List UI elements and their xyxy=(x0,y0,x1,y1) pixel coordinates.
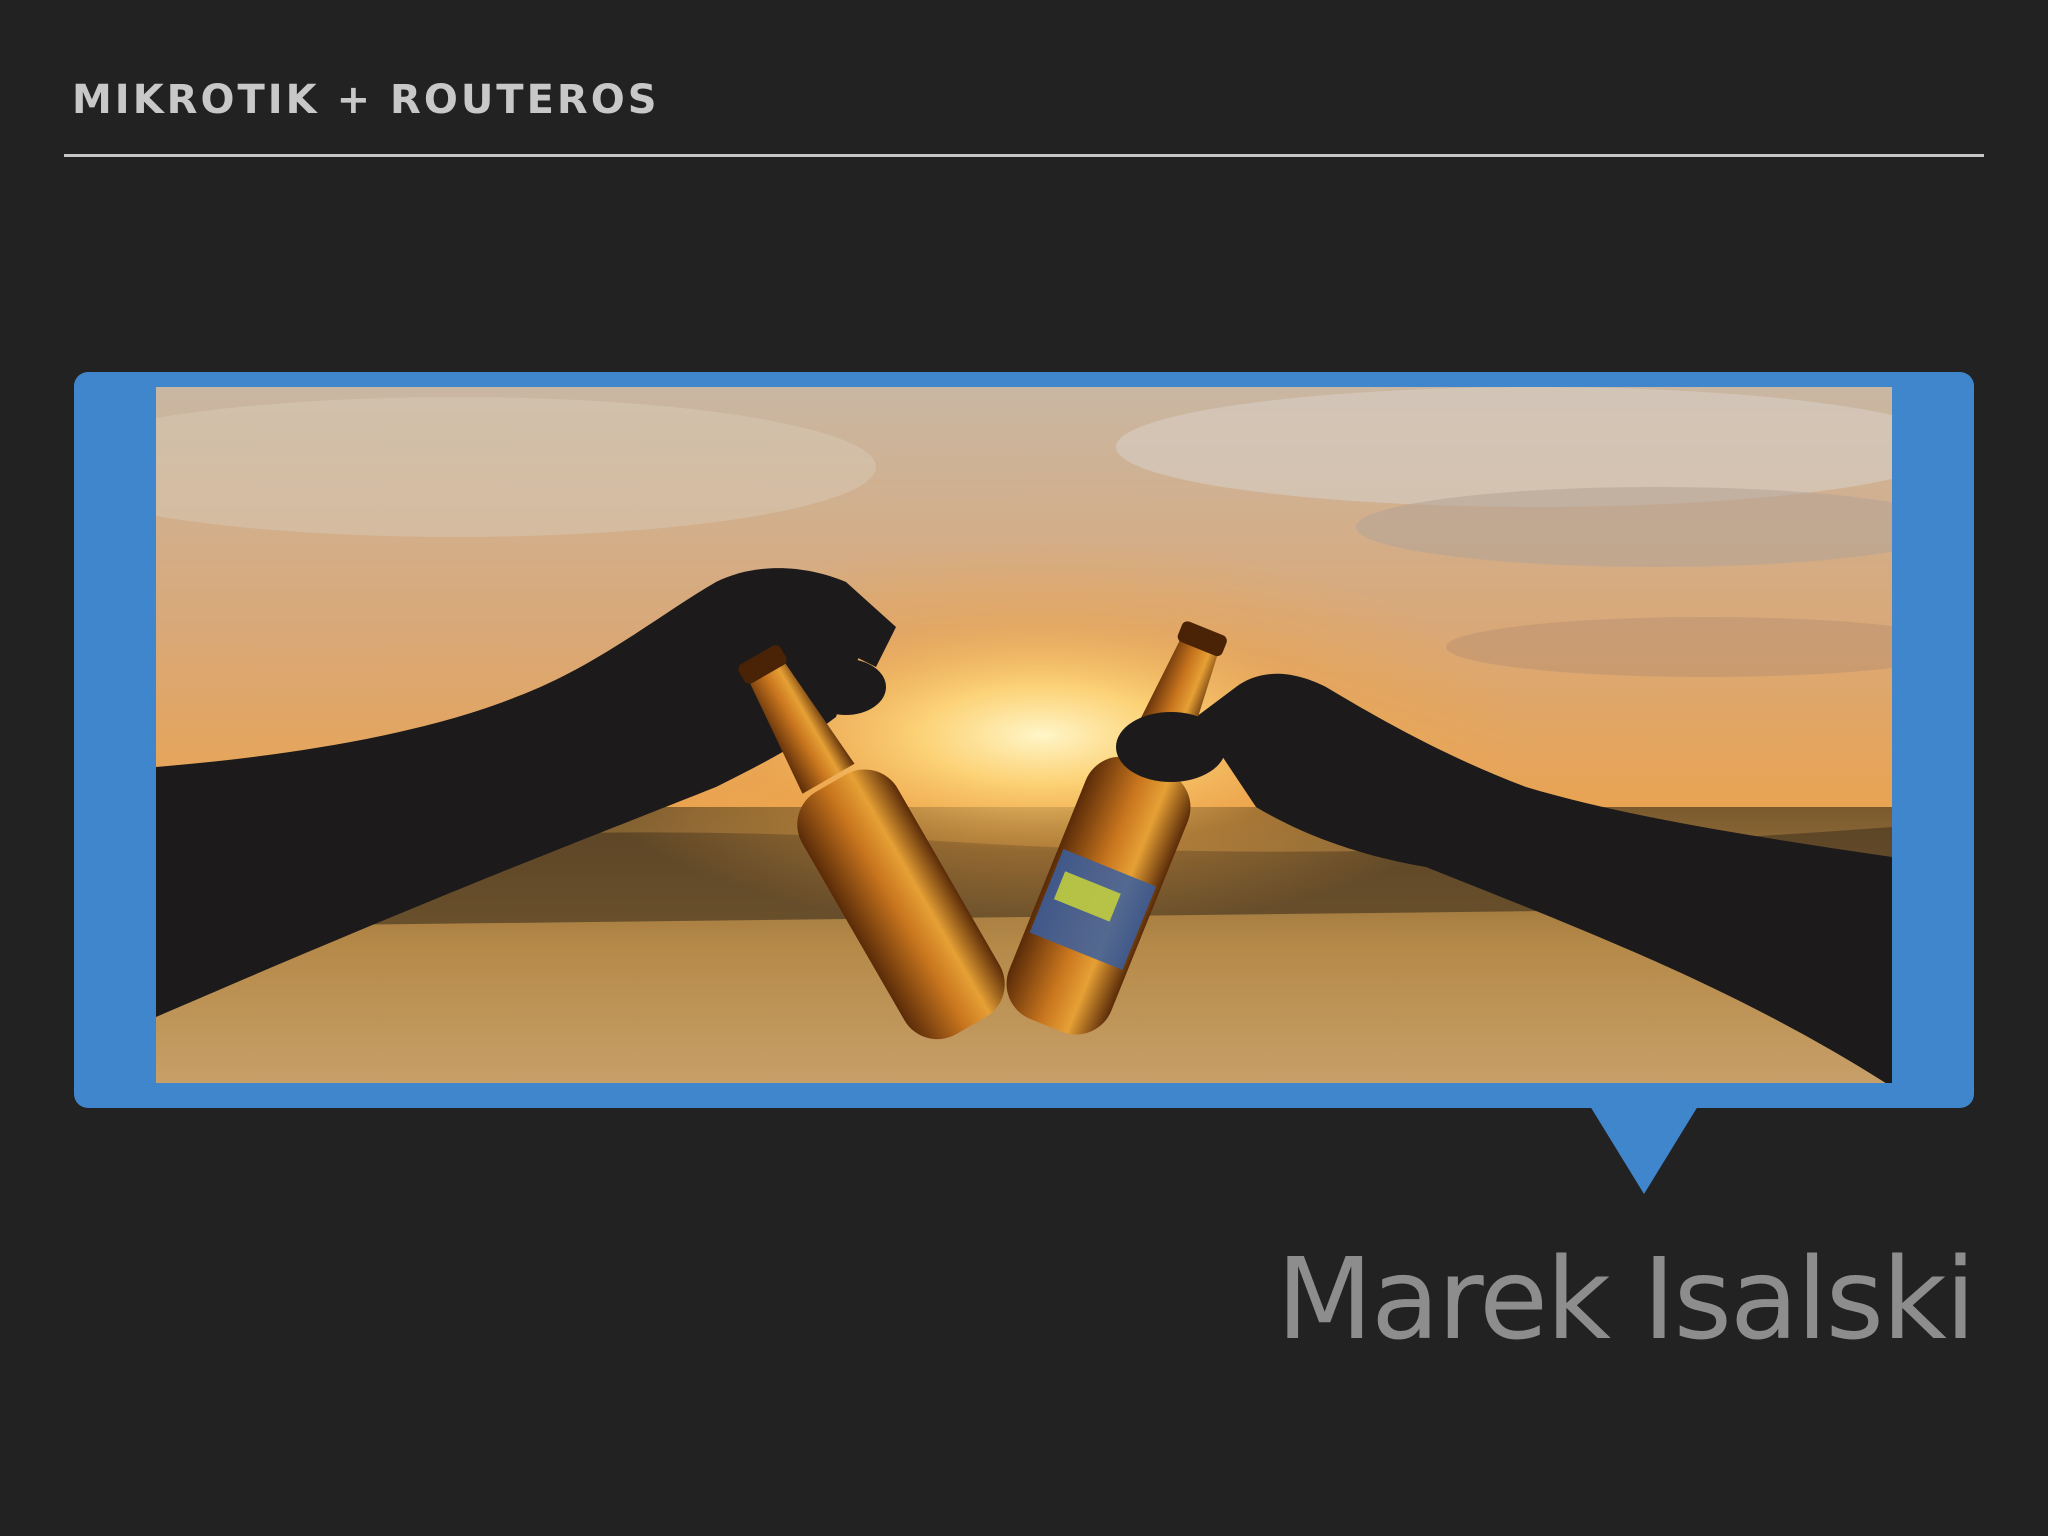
author-name: Marek Isalski xyxy=(1276,1235,1976,1365)
speech-bubble-tail xyxy=(1590,1106,1698,1194)
slide-header-title: MIKROTIK + ROUTEROS xyxy=(72,77,660,123)
sunset-toast-photo xyxy=(156,387,1892,1083)
header-divider xyxy=(64,154,1984,157)
